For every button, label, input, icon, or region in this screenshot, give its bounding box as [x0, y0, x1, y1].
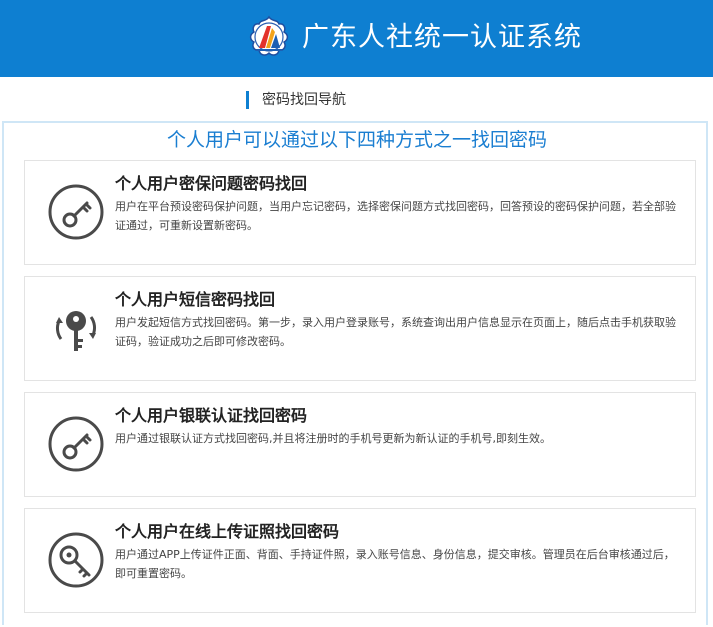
method-title[interactable]: 个人用户银联认证找回密码 [115, 405, 307, 427]
method-card-security-question[interactable]: 个人用户密保问题密码找回 用户在平台预设密码保护问题，当用户忘记密码，选择密保问… [24, 160, 696, 265]
recovery-panel: 个人用户可以通过以下四种方式之一找回密码 个人用户密保问题密码找回 用户在平台预… [2, 121, 708, 625]
breadcrumb: 密码找回导航 [0, 77, 713, 121]
site-title: 广东人社统一认证系统 [302, 22, 582, 53]
key-icon [48, 184, 104, 240]
key-search-icon [48, 532, 104, 588]
nav-title: 密码找回导航 [262, 92, 346, 108]
method-description: 用户发起短信方式找回密码。第一步，录入用户登录账号，系统查询出用户信息显示在页面… [115, 316, 676, 348]
method-title[interactable]: 个人用户密保问题密码找回 [115, 173, 307, 195]
page-title: 个人用户可以通过以下四种方式之一找回密码 [166, 129, 547, 151]
nav-marker [246, 91, 249, 109]
method-description: 用户通过APP上传证件正面、背面、手持证件照，录入账号信息、身份信息，提交审核。… [115, 548, 675, 580]
method-card-unionpay[interactable]: 个人用户银联认证找回密码 用户通过银联认证方式找回密码,并且将注册时的手机号更新… [24, 392, 696, 497]
header-bar: 广东人社统一认证系统 [0, 0, 713, 77]
method-title[interactable]: 个人用户短信密码找回 [115, 289, 275, 311]
guangdong-hrss-logo [249, 15, 289, 56]
refresh-key-icon [55, 311, 97, 351]
key-icon [48, 416, 104, 472]
method-description: 用户在平台预设密码保护问题，当用户忘记密码，选择密保问题方式找回密码，回答预设的… [115, 200, 676, 232]
method-card-sms[interactable]: 个人用户短信密码找回 用户发起短信方式找回密码。第一步，录入用户登录账号，系统查… [24, 276, 696, 381]
method-card-online-upload[interactable]: 个人用户在线上传证照找回密码 用户通过APP上传证件正面、背面、手持证件照，录入… [24, 508, 696, 613]
method-description: 用户通过银联认证方式找回密码,并且将注册时的手机号更新为新认证的手机号,即刻生效… [115, 432, 551, 445]
method-title[interactable]: 个人用户在线上传证照找回密码 [115, 521, 339, 543]
